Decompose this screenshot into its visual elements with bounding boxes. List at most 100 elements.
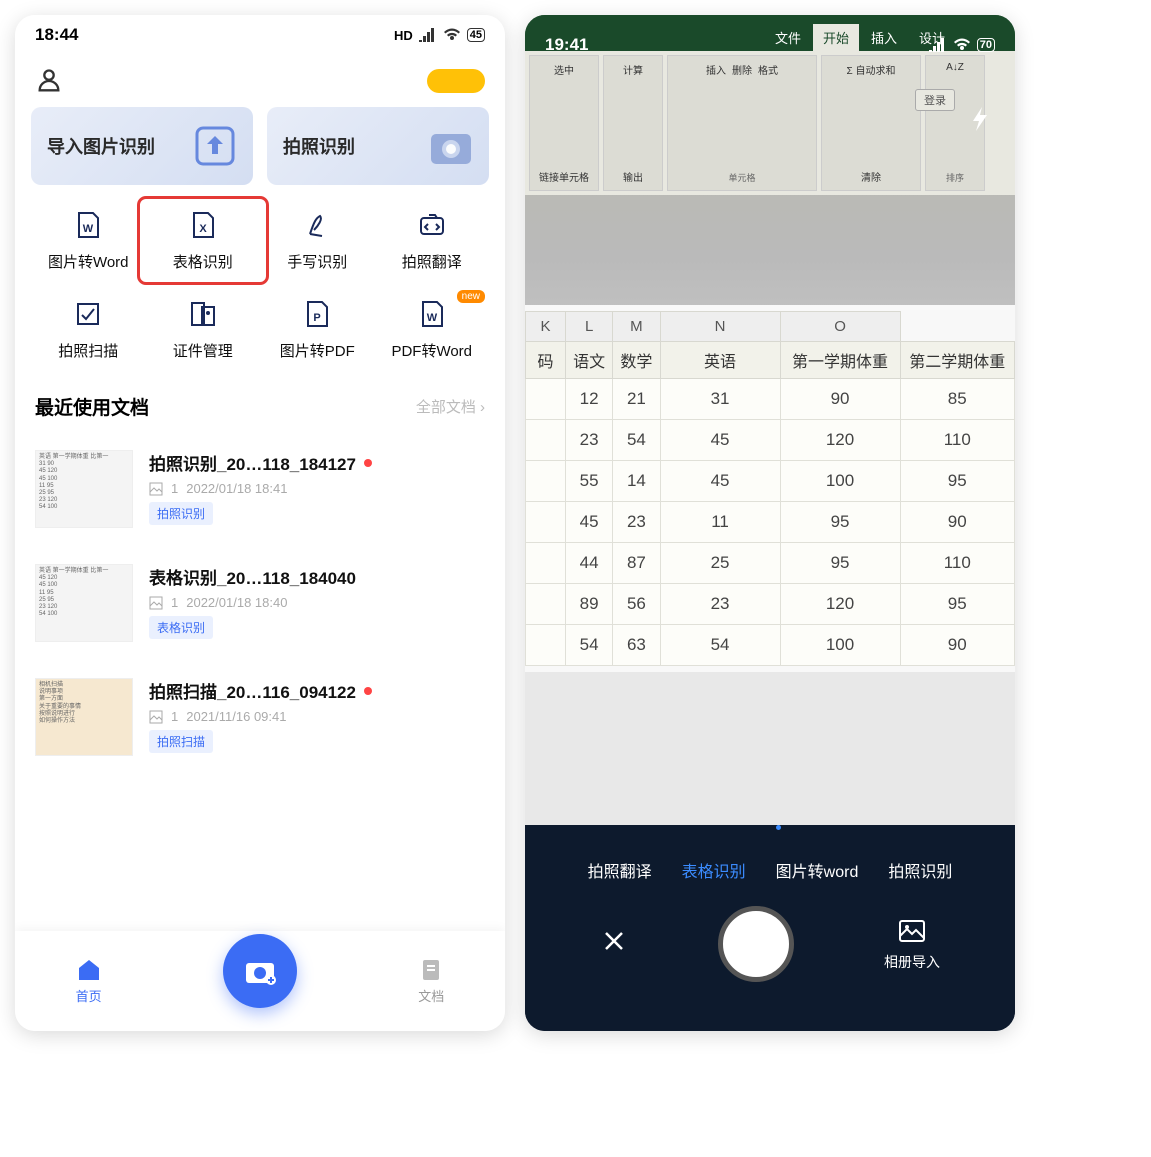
tool-image-to-pdf[interactable]: P 图片转PDF (260, 298, 375, 361)
new-badge: new (457, 290, 485, 303)
doc-thumbnail: 相机扫描说明事项第一方面关于重要的事情按照说明进行如何操作方法 (35, 678, 133, 756)
tool-handwriting[interactable]: 手写识别 (260, 209, 375, 272)
import-icon (187, 118, 243, 174)
tool-label: 表格识别 (173, 251, 233, 272)
table-row: 4523119590 (526, 502, 1015, 543)
handwrite-icon (302, 210, 332, 240)
header-cell: 码 (526, 342, 566, 379)
tool-label: 拍照翻译 (402, 251, 462, 272)
album-import-button[interactable]: 相册导入 (884, 916, 940, 972)
mode-translate[interactable]: 拍照翻译 (588, 858, 652, 882)
nav-home-label: 首页 (76, 986, 102, 1005)
tool-table-recognition[interactable]: X 表格识别 (142, 201, 265, 280)
mode-word[interactable]: 图片转word (776, 858, 859, 882)
doc-date: 2021/11/16 09:41 (186, 709, 286, 724)
pdf2word-icon: W (417, 299, 447, 329)
doc-title: 拍照识别_20…118_184127 (149, 450, 356, 475)
tool-label: 证件管理 (173, 340, 233, 361)
unread-dot-icon (364, 459, 372, 467)
tool-id-card[interactable]: 证件管理 (146, 298, 261, 361)
app-header (15, 55, 505, 107)
recent-header: 最近使用文档 全部文档 › (15, 365, 505, 432)
doc-tag: 表格识别 (149, 616, 213, 639)
camera-icon (423, 118, 479, 174)
bottom-nav: 首页 文档 (15, 931, 505, 1031)
close-icon (600, 927, 628, 955)
nav-docs[interactable]: 文档 (418, 957, 444, 1005)
doc-item[interactable]: 英语 第一学期体重 比第一31 9045 12045 10011 9525 95… (15, 432, 505, 546)
doc-thumbnail: 英语 第一学期体重 比第一45 12045 10011 9525 9523 12… (35, 564, 133, 642)
unread-dot-icon (364, 687, 372, 695)
translate-icon (417, 210, 447, 240)
phone-camera-screen: 19:41 70 文件 开始 插入 设计 选中 链接单元格 计算 (525, 15, 1015, 1031)
status-icons: 70 (929, 38, 995, 52)
doc-count: 1 (171, 595, 178, 610)
header-cell: 语文 (566, 342, 613, 379)
flash-icon[interactable] (967, 105, 995, 133)
tool-photo-translate[interactable]: 拍照翻译 (375, 209, 490, 272)
image-count-icon (149, 710, 163, 724)
chevron-right-icon: › (480, 399, 485, 416)
vip-pill[interactable] (427, 69, 485, 93)
fab-camera[interactable] (223, 934, 297, 1008)
table-row: 44872595110 (526, 543, 1015, 584)
mode-indicator-dot (776, 825, 781, 830)
wifi-icon (953, 38, 971, 52)
table-row: 1221319085 (526, 379, 1015, 420)
hd-icon: HD (394, 28, 413, 43)
nav-docs-label: 文档 (418, 986, 444, 1005)
doc-item[interactable]: 相机扫描说明事项第一方面关于重要的事情按照说明进行如何操作方法 拍照扫描_20…… (15, 660, 505, 774)
col-letter: M (613, 312, 660, 342)
tool-image-to-word[interactable]: W 图片转Word (31, 209, 146, 272)
tool-label: PDF转Word (391, 340, 472, 361)
tool-label: 图片转PDF (280, 340, 355, 361)
svg-text:W: W (83, 223, 94, 235)
svg-text:P: P (314, 312, 321, 324)
user-icon[interactable] (35, 67, 63, 95)
table-row: 54635410090 (526, 625, 1015, 666)
docs-icon (418, 957, 444, 983)
tool-label: 图片转Word (48, 251, 129, 272)
col-letter: L (566, 312, 613, 342)
col-letter: O (780, 312, 900, 342)
image-count-icon (149, 482, 163, 496)
col-letter: K (526, 312, 566, 342)
close-button[interactable] (600, 927, 628, 962)
excel-icon: X (188, 210, 218, 240)
doc-tag: 拍照扫描 (149, 730, 213, 753)
table-row: 235445120110 (526, 420, 1015, 461)
col-letter: N (660, 312, 780, 342)
camera-modes[interactable]: 拍照翻译 表格识别 图片转word 拍照识别 (525, 836, 1015, 882)
shutter-button[interactable] (718, 906, 794, 982)
battery-icon: 70 (977, 38, 995, 52)
hero-camera-button[interactable]: 拍照识别 (267, 107, 489, 185)
tools-grid: W 图片转Word X 表格识别 手写识别 拍照翻译 拍照扫描 证件管理 P 图… (15, 199, 505, 365)
doc-date: 2022/01/18 18:40 (186, 595, 287, 610)
camera-viewfinder: 19:41 70 文件 开始 插入 设计 选中 链接单元格 计算 (525, 15, 1015, 825)
phone-home-screen: 18:44 HD 45 导入图片识别 拍照识别 W 图片转Word X 表格识别 (15, 15, 505, 1031)
tool-label: 拍照扫描 (58, 340, 118, 361)
wifi-icon (443, 28, 461, 42)
status-icons: HD 45 (394, 28, 485, 43)
hero-import-button[interactable]: 导入图片识别 (31, 107, 253, 185)
status-time: 18:44 (35, 25, 78, 45)
nav-home[interactable]: 首页 (76, 957, 102, 1005)
doc-date: 2022/01/18 18:41 (186, 481, 287, 496)
gallery-icon (897, 916, 927, 946)
tool-label: 手写识别 (287, 251, 347, 272)
home-icon (76, 957, 102, 983)
recent-title: 最近使用文档 (35, 393, 149, 420)
hero-import-label: 导入图片识别 (47, 133, 155, 159)
doc-thumbnail: 英语 第一学期体重 比第一31 9045 12045 10011 9525 95… (35, 450, 133, 528)
doc-item[interactable]: 英语 第一学期体重 比第一45 12045 10011 9525 9523 12… (15, 546, 505, 660)
status-bar: 18:44 HD 45 (15, 15, 505, 55)
mode-ocr[interactable]: 拍照识别 (888, 858, 952, 882)
table-row: 55144510095 (526, 461, 1015, 502)
recent-more-link[interactable]: 全部文档 › (416, 396, 485, 417)
tool-pdf-to-word[interactable]: new W PDF转Word (375, 298, 490, 361)
table-row: 89562312095 (526, 584, 1015, 625)
header-cell: 第二学期体重 (900, 342, 1014, 379)
header-cell: 数学 (613, 342, 660, 379)
tool-photo-scan[interactable]: 拍照扫描 (31, 298, 146, 361)
mode-table[interactable]: 表格识别 (682, 858, 746, 882)
